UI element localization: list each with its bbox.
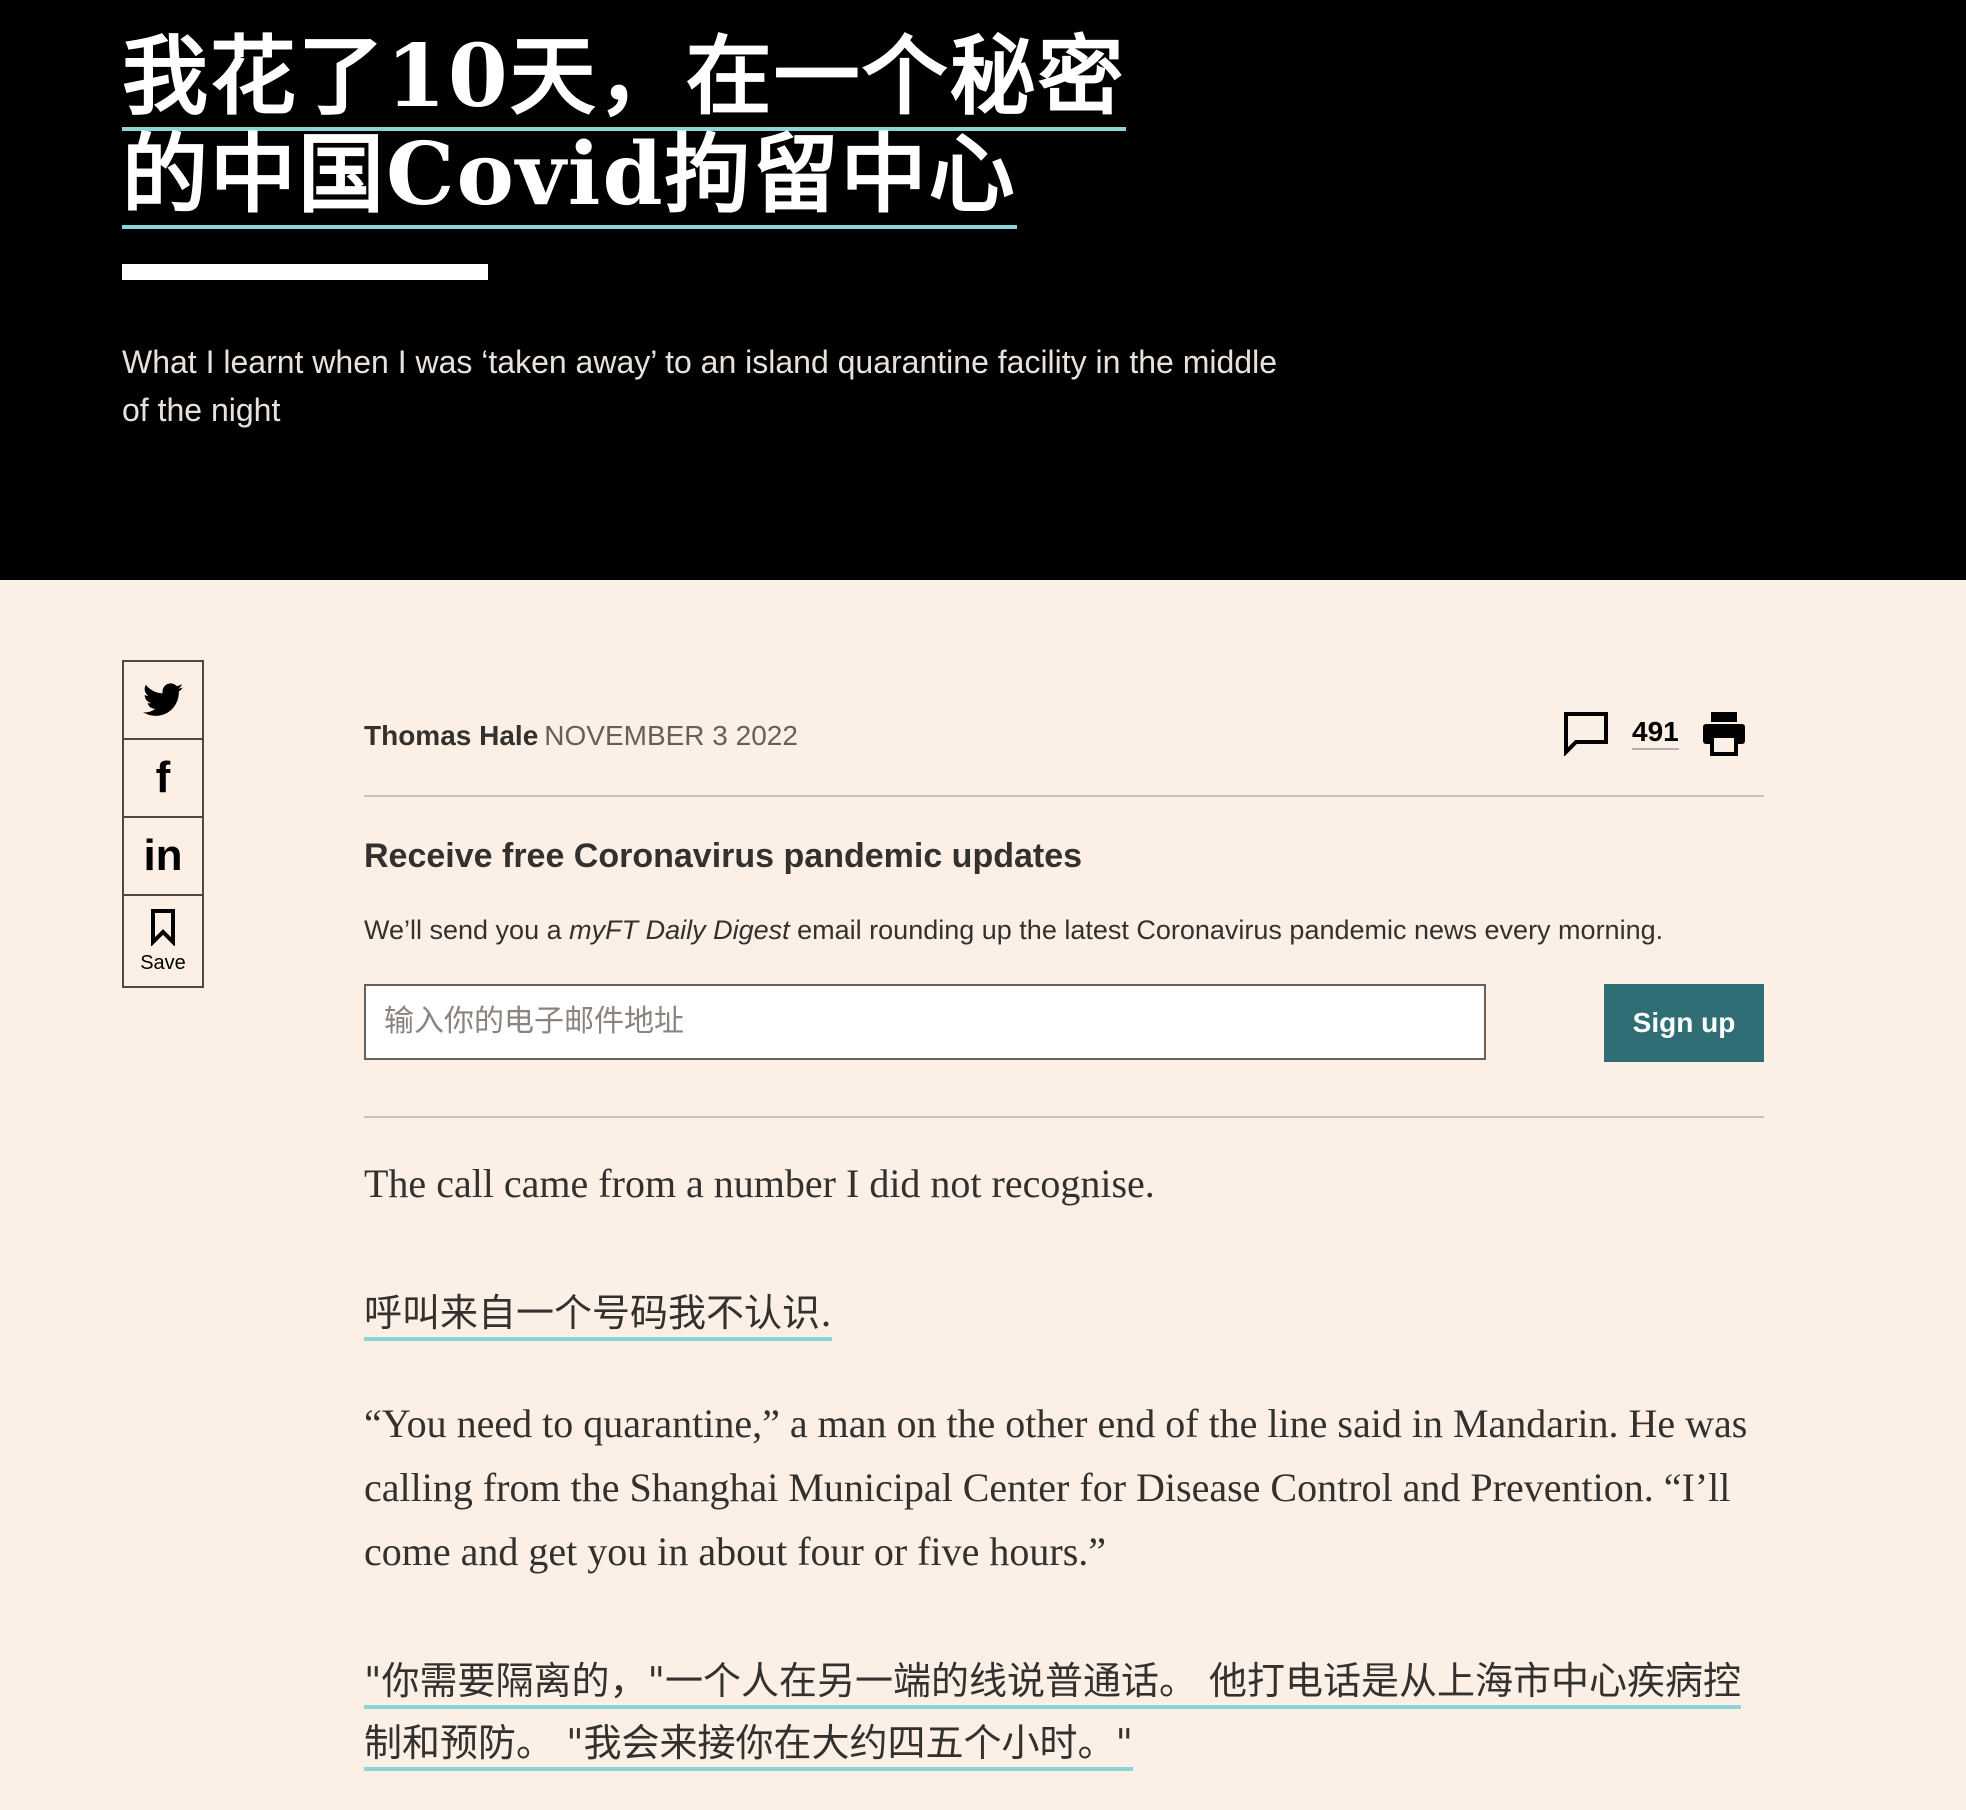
- comment-count[interactable]: 491: [1632, 716, 1679, 750]
- signup-title: Receive free Coronavirus pandemic update…: [364, 837, 1083, 875]
- byline-divider: [364, 795, 1764, 797]
- bookmark-icon: [151, 908, 175, 946]
- article-standfirst: What I learnt when I was ‘taken away’ to…: [122, 344, 1277, 428]
- headline-divider: [122, 264, 488, 280]
- signup-button[interactable]: Sign up: [1604, 984, 1764, 1062]
- share-twitter-button[interactable]: [124, 662, 202, 740]
- facebook-icon: f: [155, 753, 171, 802]
- email-input[interactable]: [364, 984, 1486, 1060]
- article-headline: 我花了10天，在一个秘密的中国Covid拘留中心: [122, 26, 1182, 229]
- twitter-icon: [143, 683, 183, 716]
- author-link[interactable]: Thomas Hale: [364, 720, 538, 751]
- signup-description: We’ll send you a myFT Daily Digest email…: [364, 915, 1664, 945]
- share-facebook-button[interactable]: f: [124, 740, 202, 818]
- paragraph-chinese-2: "你需要隔离的，"一个人在另一端的线说普通话。 他打电话是从上海市中心疾病控制和…: [364, 1650, 1764, 1774]
- article-tools: 491: [1562, 710, 1747, 756]
- comment-icon[interactable]: [1562, 710, 1610, 756]
- paragraph-chinese-1: 呼叫来自一个号码我不认识.: [364, 1282, 1764, 1344]
- paragraph-english-1: The call came from a number I did not re…: [364, 1161, 1155, 1206]
- share-toolbar: f in Save: [122, 660, 204, 988]
- print-icon[interactable]: [1701, 710, 1747, 756]
- linkedin-icon: in: [143, 831, 183, 880]
- save-label: Save: [140, 951, 186, 974]
- signup-divider: [364, 1116, 1764, 1118]
- publish-date: NOVEMBER 3 2022: [544, 720, 798, 751]
- byline: Thomas Hale NOVEMBER 3 2022: [364, 716, 1764, 756]
- paragraph-english-2: “You need to quarantine,” a man on the o…: [364, 1401, 1748, 1574]
- share-linkedin-button[interactable]: in: [124, 818, 202, 896]
- hero-banner: 我花了10天，在一个秘密的中国Covid拘留中心 What I learnt w…: [0, 0, 1966, 580]
- save-button[interactable]: Save: [124, 896, 202, 986]
